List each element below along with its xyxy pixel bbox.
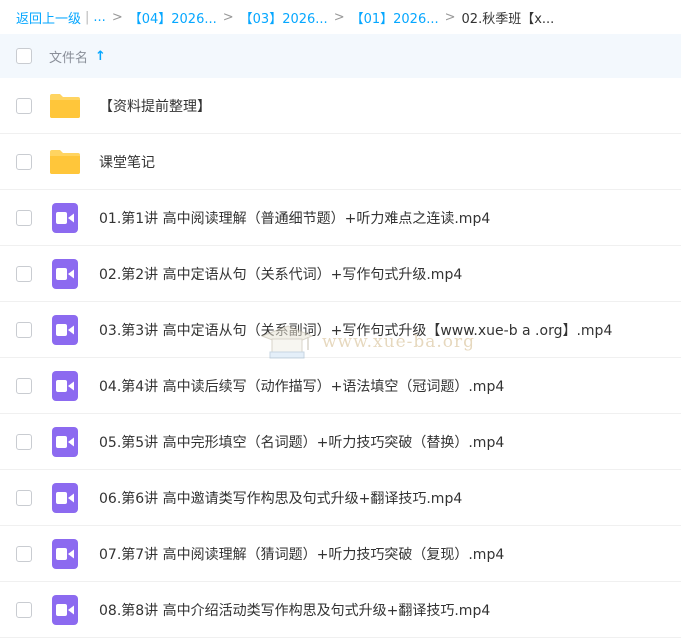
- file-row[interactable]: 08.第8讲 高中介绍活动类写作构思及句式升级+翻译技巧.mp4: [0, 582, 681, 638]
- row-checkbox[interactable]: [16, 321, 32, 338]
- breadcrumb-crumb-2[interactable]: 【03】2026...: [240, 8, 328, 27]
- file-row[interactable]: 02.第2讲 高中定语从句（关系代词）+写作句式升级.mp4: [0, 246, 681, 302]
- video-file-icon: [49, 482, 81, 514]
- breadcrumb-separator: >: [333, 9, 345, 25]
- file-name[interactable]: 07.第7讲 高中阅读理解（猜词题）+听力技巧突破（复现）.mp4: [99, 544, 504, 564]
- file-row[interactable]: 06.第6讲 高中邀请类写作构思及句式升级+翻译技巧.mp4: [0, 470, 681, 526]
- row-checkbox[interactable]: [16, 377, 32, 394]
- file-row[interactable]: 01.第1讲 高中阅读理解（普通细节题）+听力难点之连读.mp4: [0, 190, 681, 246]
- video-file-icon: [49, 538, 81, 570]
- file-row[interactable]: 05.第5讲 高中完形填空（名词题）+听力技巧突破（替换）.mp4: [0, 414, 681, 470]
- breadcrumb-separator: >: [111, 9, 123, 25]
- folder-icon: [49, 146, 81, 178]
- file-name[interactable]: 06.第6讲 高中邀请类写作构思及句式升级+翻译技巧.mp4: [99, 488, 462, 508]
- video-file-icon: [49, 594, 81, 626]
- file-name[interactable]: 05.第5讲 高中完形填空（名词题）+听力技巧突破（替换）.mp4: [99, 432, 504, 452]
- file-name[interactable]: 【资料提前整理】: [99, 96, 211, 116]
- folder-icon: [49, 90, 81, 122]
- file-name[interactable]: 02.第2讲 高中定语从句（关系代词）+写作句式升级.mp4: [99, 264, 462, 284]
- breadcrumb-separator: >: [222, 9, 234, 25]
- file-name[interactable]: 08.第8讲 高中介绍活动类写作构思及句式升级+翻译技巧.mp4: [99, 600, 490, 620]
- video-file-icon: [49, 426, 81, 458]
- video-file-icon: [49, 370, 81, 402]
- row-checkbox[interactable]: [16, 433, 32, 450]
- file-row[interactable]: 04.第4讲 高中读后续写（动作描写）+语法填空（冠词题）.mp4: [0, 358, 681, 414]
- file-list: 【资料提前整理】 课堂笔记 01.第1讲 高中阅读理解（普通细节题）+听力难点之连读…: [0, 78, 681, 638]
- breadcrumb-crumb-1[interactable]: 【04】2026...: [129, 8, 217, 27]
- video-file-icon: [49, 258, 81, 290]
- row-checkbox[interactable]: [16, 153, 32, 170]
- file-row[interactable]: 03.第3讲 高中定语从句（关系副词）+写作句式升级【www.xue-b a .…: [0, 302, 681, 358]
- row-checkbox[interactable]: [16, 545, 32, 562]
- file-row[interactable]: 课堂笔记: [0, 134, 681, 190]
- breadcrumb-ellipsis[interactable]: ...: [93, 10, 105, 25]
- file-name[interactable]: 课堂笔记: [99, 152, 155, 172]
- back-link[interactable]: 返回上一级: [16, 8, 81, 27]
- column-header-filename[interactable]: 文件名: [49, 47, 88, 66]
- select-all-checkbox[interactable]: [16, 48, 32, 64]
- row-checkbox[interactable]: [16, 97, 32, 114]
- row-checkbox[interactable]: [16, 489, 32, 506]
- breadcrumb-current: 02.秋季班【x...: [461, 11, 555, 27]
- file-name[interactable]: 01.第1讲 高中阅读理解（普通细节题）+听力难点之连读.mp4: [99, 208, 490, 228]
- breadcrumb-crumb-3[interactable]: 【01】2026...: [351, 8, 439, 27]
- breadcrumb: 返回上一级 | ... > 【04】2026... > 【03】2026... …: [0, 0, 681, 34]
- video-file-icon: [49, 202, 81, 234]
- file-row[interactable]: 07.第7讲 高中阅读理解（猜词题）+听力技巧突破（复现）.mp4: [0, 526, 681, 582]
- file-name[interactable]: 04.第4讲 高中读后续写（动作描写）+语法填空（冠词题）.mp4: [99, 376, 504, 396]
- breadcrumb-separator: >: [444, 9, 456, 25]
- file-name[interactable]: 03.第3讲 高中定语从句（关系副词）+写作句式升级【www.xue-b a .…: [99, 320, 612, 340]
- file-row[interactable]: 【资料提前整理】: [0, 78, 681, 134]
- file-list-header: 文件名 ↑: [0, 34, 681, 78]
- video-file-icon: [49, 314, 81, 346]
- row-checkbox[interactable]: [16, 265, 32, 282]
- breadcrumb-pipe: |: [85, 9, 90, 25]
- arrow-up-icon[interactable]: ↑: [95, 49, 106, 64]
- row-checkbox[interactable]: [16, 209, 32, 226]
- row-checkbox[interactable]: [16, 601, 32, 618]
